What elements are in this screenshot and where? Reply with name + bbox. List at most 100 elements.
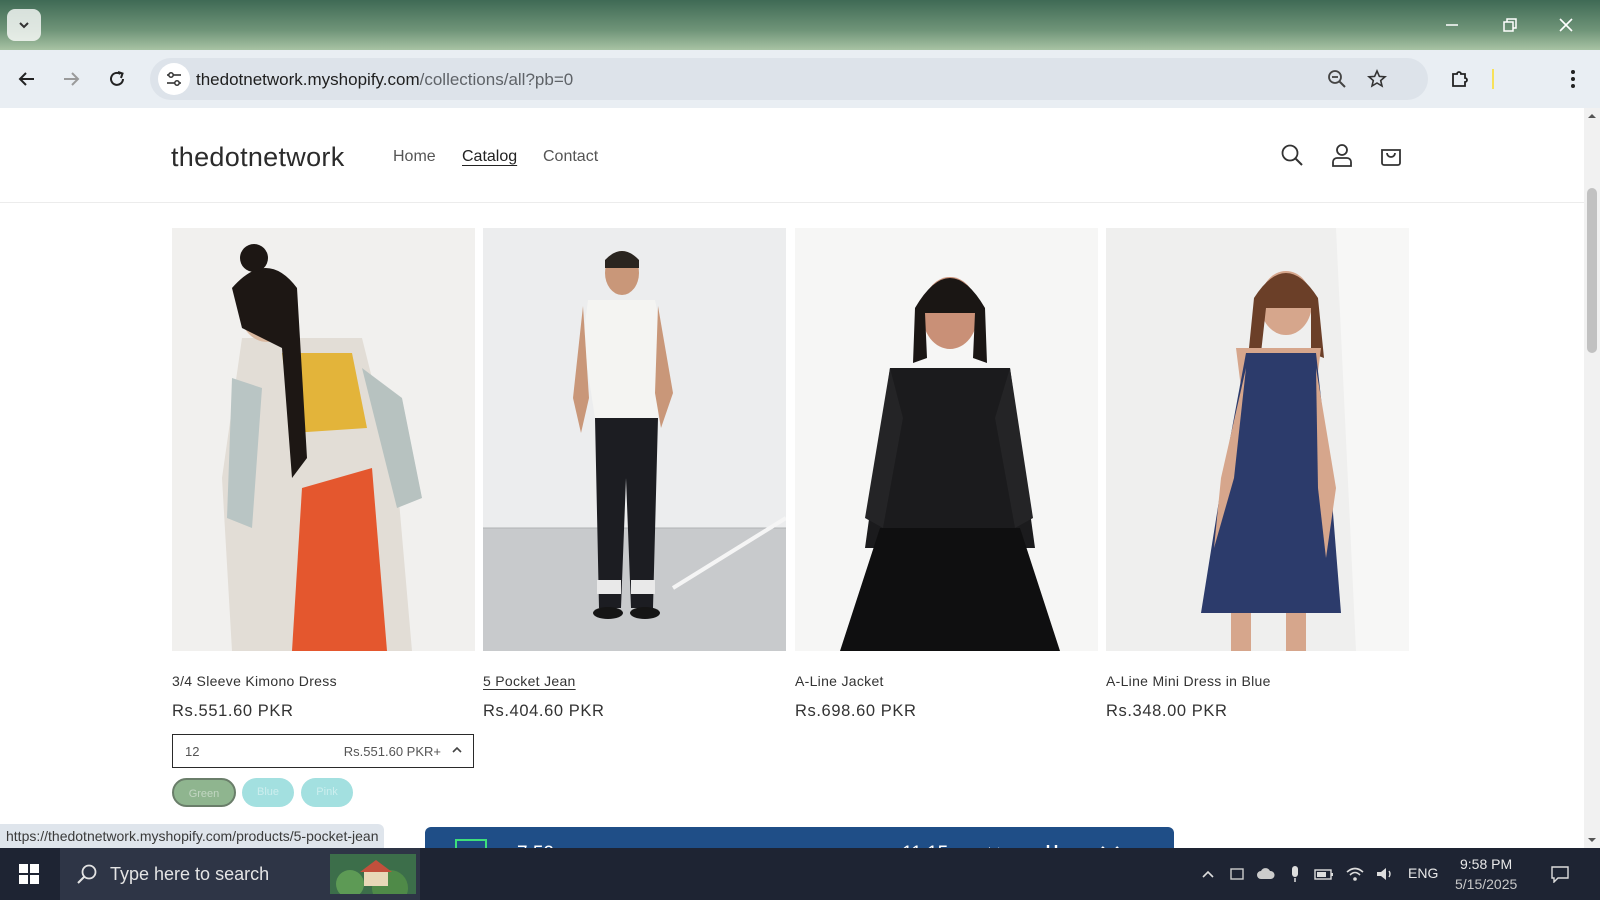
product-name[interactable]: A-Line Mini Dress in Blue	[1106, 673, 1409, 689]
close-icon	[1559, 18, 1573, 32]
search-icon	[77, 864, 97, 884]
chevron-up-icon	[452, 746, 462, 753]
browser-titlebar	[0, 0, 1600, 50]
variant-price: Rs.551.60 PKR+	[343, 744, 441, 759]
search-icon	[1281, 144, 1303, 166]
tab-search-button[interactable]	[7, 9, 41, 41]
wifi-tray-icon[interactable]	[1343, 862, 1367, 886]
url-text[interactable]: thedotnetwork.myshopify.com/collections/…	[196, 70, 573, 90]
swatch-pink[interactable]: Pink	[301, 778, 353, 807]
volume-tray-icon[interactable]	[1374, 862, 1398, 886]
minimize-icon	[1446, 24, 1458, 26]
shopping-bag-icon	[1381, 149, 1401, 166]
clock-date[interactable]: 5/15/2025	[1455, 876, 1517, 892]
cart-button[interactable]	[1374, 138, 1408, 172]
reload-button[interactable]	[100, 62, 134, 96]
product-image-5-pocket-jean[interactable]	[483, 228, 786, 651]
cloud-icon	[1257, 868, 1275, 879]
scroll-thumb[interactable]	[1587, 188, 1597, 353]
close-window-button[interactable]	[1546, 10, 1586, 40]
scroll-up-arrow-icon[interactable]	[1584, 110, 1600, 122]
clock-time[interactable]: 9:58 PM	[1460, 856, 1512, 872]
product-name[interactable]: 3/4 Sleeve Kimono Dress	[172, 673, 475, 689]
battery-icon	[1314, 869, 1333, 880]
zoom-button[interactable]	[1324, 66, 1350, 92]
arrow-right-icon	[64, 72, 80, 86]
puzzle-icon	[1452, 71, 1468, 87]
star-icon	[1367, 69, 1387, 88]
browser-toolbar: thedotnetwork.myshopify.com/collections/…	[0, 50, 1600, 108]
page-scrollbar[interactable]	[1584, 108, 1600, 848]
show-hidden-icons-button[interactable]	[1196, 862, 1220, 886]
battery-tray-icon[interactable]	[1312, 862, 1336, 886]
restore-button[interactable]	[1490, 10, 1530, 40]
start-button[interactable]	[12, 860, 46, 888]
tray-device-icon[interactable]	[1225, 862, 1249, 886]
jacket-photo	[795, 228, 1098, 651]
zoom-out-icon	[1328, 70, 1346, 88]
variant-select[interactable]: 12 Rs.551.60 PKR+	[172, 734, 474, 768]
site-info-button[interactable]	[158, 63, 190, 95]
store-page: thedotnetwork Home Catalog Contact 3/4 S…	[0, 108, 1584, 848]
status-bar-url: https://thedotnetwork.myshopify.com/prod…	[0, 824, 385, 849]
nav-catalog[interactable]: Catalog	[462, 148, 517, 166]
back-button[interactable]	[10, 62, 44, 96]
nav-home[interactable]: Home	[393, 148, 436, 166]
taskbar-search[interactable]: Type here to search	[60, 848, 420, 900]
input-language[interactable]: ENG	[1408, 865, 1438, 881]
kimono-dress-photo	[172, 228, 475, 651]
product-price: Rs.404.60 PKR	[483, 702, 605, 720]
microphone-icon	[1292, 866, 1298, 882]
product-image-a-line-jacket[interactable]	[795, 228, 1098, 651]
url-path: /collections/all?pb=0	[419, 70, 574, 89]
jean-photo	[483, 228, 786, 651]
wifi-icon	[1346, 867, 1364, 881]
scroll-down-arrow-icon[interactable]	[1584, 834, 1600, 846]
mini-dress-photo	[1106, 228, 1409, 651]
notifications-button[interactable]	[1548, 862, 1572, 886]
chevron-down-icon	[19, 22, 29, 29]
product-card[interactable]: A-Line Jacket Rs.698.60 PKR	[795, 228, 1098, 721]
search-highlight-image	[330, 854, 416, 894]
reload-icon	[110, 71, 124, 86]
forward-button[interactable]	[54, 62, 88, 96]
toolbar-divider	[1492, 69, 1494, 89]
product-card[interactable]: A-Line Mini Dress in Blue Rs.348.00 PKR	[1106, 228, 1409, 721]
product-image-a-line-mini-dress[interactable]	[1106, 228, 1409, 651]
chevron-up-icon	[1202, 870, 1214, 878]
kebab-menu-icon	[1571, 70, 1575, 88]
windows-taskbar: Type here to search ENG 9:58 PM 5/15/202…	[0, 848, 1600, 900]
account-button[interactable]	[1325, 138, 1359, 172]
product-card[interactable]: 5 Pocket Jean Rs.404.60 PKR	[483, 228, 786, 721]
arrow-left-icon	[18, 72, 34, 86]
speaker-icon	[1377, 868, 1391, 880]
product-image-kimono-dress[interactable]	[172, 228, 475, 651]
user-icon	[1332, 144, 1352, 167]
product-card[interactable]: 3/4 Sleeve Kimono Dress Rs.551.60 PKR	[172, 228, 475, 721]
swatch-blue[interactable]: Blue	[242, 778, 294, 807]
windows-logo-icon	[19, 864, 39, 884]
store-header: thedotnetwork Home Catalog Contact	[0, 108, 1584, 203]
taskbar-search-placeholder: Type here to search	[110, 864, 270, 884]
minimize-button[interactable]	[1432, 10, 1472, 40]
bookmark-button[interactable]	[1364, 66, 1390, 92]
store-search-button[interactable]	[1275, 138, 1309, 172]
swatch-green[interactable]: Green	[172, 778, 236, 807]
microphone-tray-icon[interactable]	[1283, 862, 1307, 886]
nav-contact[interactable]: Contact	[543, 148, 598, 166]
tune-icon	[167, 72, 181, 86]
device-icon	[1230, 868, 1244, 880]
browser-menu-button[interactable]	[1556, 62, 1590, 96]
product-name[interactable]: A-Line Jacket	[795, 673, 1098, 689]
notification-icon	[1551, 866, 1569, 883]
variant-size: 12	[185, 744, 200, 759]
product-price: Rs.698.60 PKR	[795, 702, 917, 720]
onedrive-tray-icon[interactable]	[1254, 862, 1278, 886]
store-logo[interactable]: thedotnetwork	[171, 142, 345, 173]
restore-icon	[1503, 18, 1517, 32]
product-price: Rs.348.00 PKR	[1106, 702, 1228, 720]
product-name[interactable]: 5 Pocket Jean	[483, 673, 786, 689]
address-bar[interactable]: thedotnetwork.myshopify.com/collections/…	[150, 58, 1428, 100]
extensions-button[interactable]	[1443, 62, 1477, 96]
product-price: Rs.551.60 PKR	[172, 702, 294, 720]
